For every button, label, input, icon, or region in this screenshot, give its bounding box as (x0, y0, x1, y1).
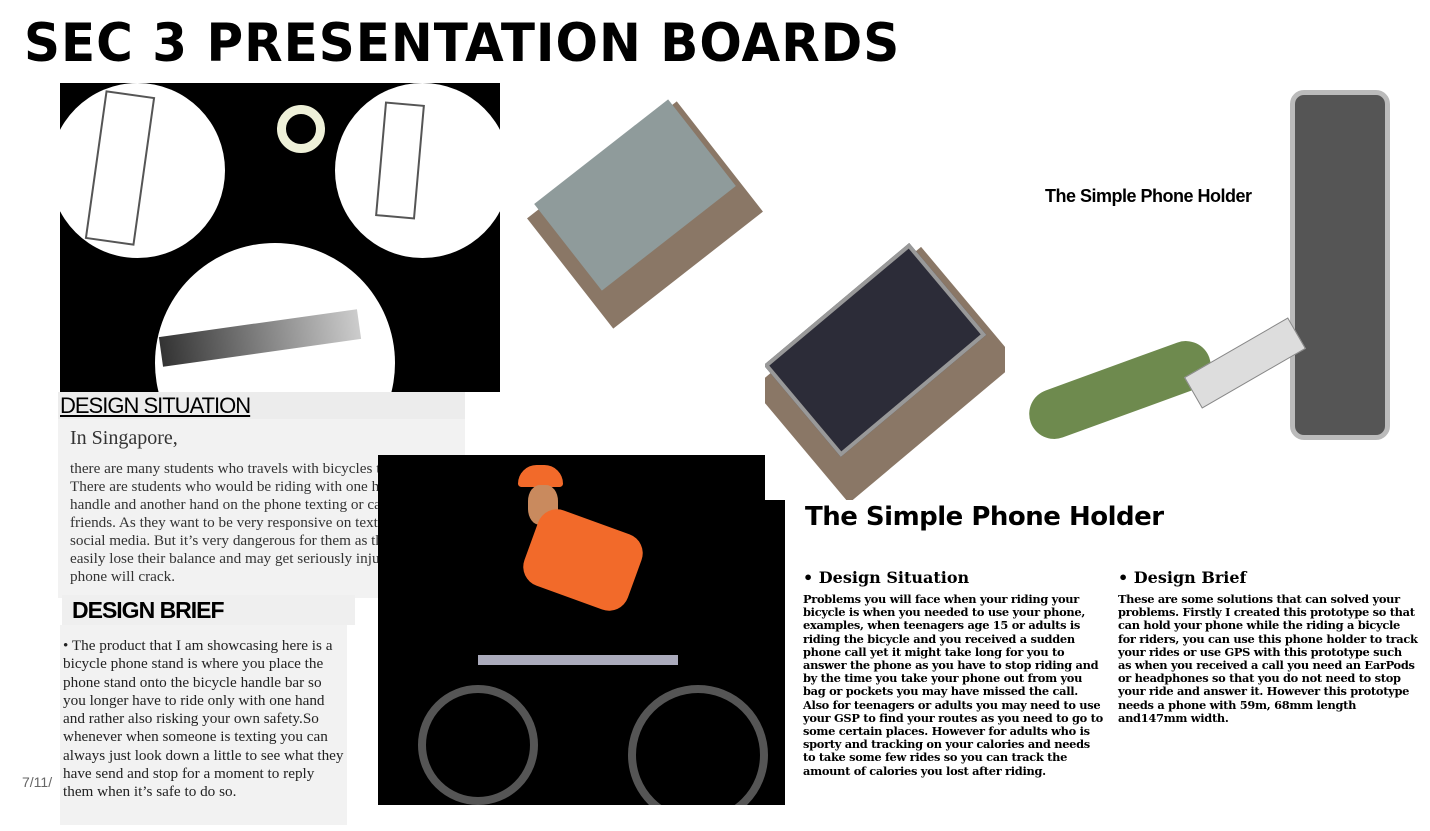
design-brief-heading: DESIGN BRIEF (62, 595, 355, 625)
design-situation-column: • Design Situation Problems you will fac… (803, 568, 1103, 778)
holder-render-2 (765, 220, 1005, 500)
sketch-circle (155, 243, 395, 392)
column-text: These are some solutions that can solved… (1118, 592, 1418, 725)
column-text: Problems you will face when your riding … (803, 592, 1103, 778)
column-heading: • Design Situation (803, 568, 970, 587)
green-grip (1022, 334, 1218, 446)
holder-render-1 (520, 85, 765, 345)
helmet (518, 465, 563, 487)
product-label: The Simple Phone Holder (1045, 186, 1252, 206)
rear-wheel (628, 685, 768, 805)
bike-frame (478, 655, 678, 665)
front-wheel (418, 685, 538, 805)
design-brief-column: • Design Brief These are some solutions … (1118, 568, 1418, 725)
slide-date: 7/11/ (22, 774, 53, 790)
cyclist-illustration (378, 455, 785, 805)
phone (1290, 90, 1390, 440)
ring-decoration (277, 105, 325, 153)
page-title: SEC 3 PRESENTATION BOARDS (24, 12, 901, 74)
holder-render-3 (1005, 85, 1420, 498)
sketch-collage-image (60, 83, 500, 392)
design-situation-lead: In Singapore, (70, 427, 178, 449)
design-situation-heading: DESIGN SITUATION (58, 392, 465, 419)
column-heading: • Design Brief (1118, 568, 1247, 587)
design-brief-text: • The product that I am showcasing here … (60, 625, 347, 825)
product-title: The Simple Phone Holder (805, 502, 1164, 532)
